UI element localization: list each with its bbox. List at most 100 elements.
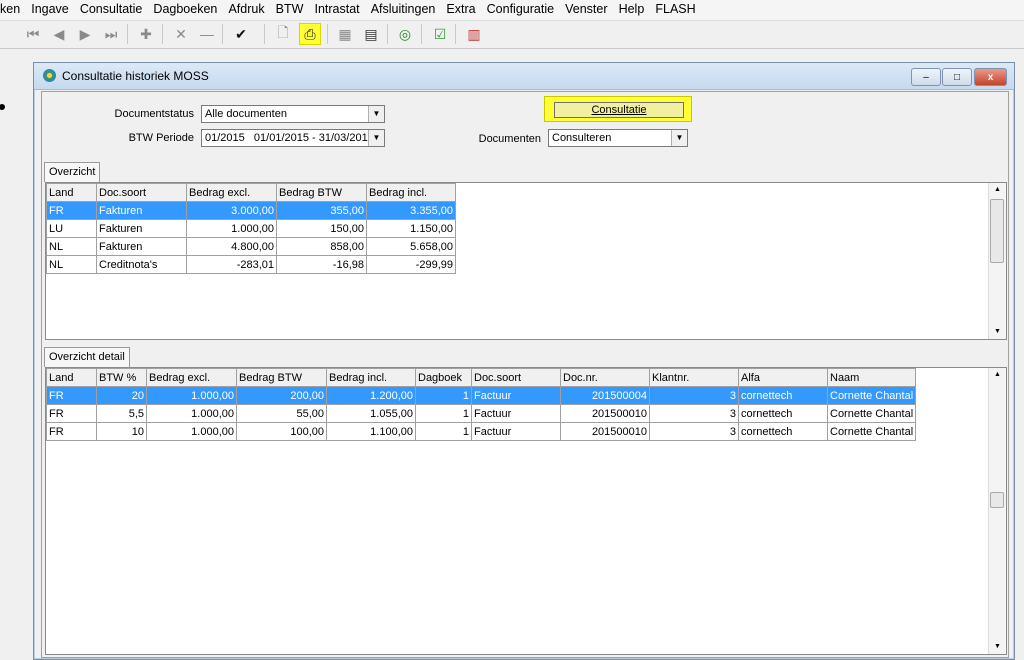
menu-item-dagboeken[interactable]: Dagboeken [149,0,221,19]
documenten-select[interactable]: Consulteren ▼ [548,129,688,147]
table-row[interactable]: NL Creditnota's -283,01 -16,98 -299,99 [46,255,456,274]
menu-item-ken[interactable]: ken [0,0,24,19]
menu-item-flash[interactable]: FLASH [651,0,699,19]
print-icon[interactable]: ⎙ [299,23,321,45]
cell: cornettech [738,404,828,423]
detail-header-row: Land BTW % Bedrag excl. Bedrag BTW Bedra… [46,368,917,387]
col-header[interactable]: Bedrag BTW [236,368,327,387]
menu-item-configuratie[interactable]: Configuratie [483,0,558,19]
col-header[interactable]: Doc.soort [96,183,187,202]
menu-item-venster[interactable]: Venster [561,0,611,19]
search-icon[interactable]: ◎ [394,23,416,45]
table-row[interactable]: FR 20 1.000,00 200,00 1.200,00 1 Factuur… [46,386,917,405]
chevron-down-icon[interactable]: ▼ [671,130,687,146]
col-header[interactable]: Alfa [738,368,828,387]
cell: FR [46,201,97,220]
preview-icon[interactable]: 🗋 [272,23,294,45]
scroll-up-icon[interactable]: ▲ [989,183,1006,197]
menu-item-help[interactable]: Help [615,0,649,19]
col-header[interactable]: Bedrag BTW [276,183,367,202]
cancel-icon[interactable]: ✕ [170,23,192,45]
cell: 1.000,00 [146,386,237,405]
overview-scrollbar[interactable]: ▲ ▼ [988,183,1006,339]
docstatus-label: Documentstatus [114,108,194,120]
scroll-up-icon[interactable]: ▲ [989,368,1006,382]
col-header[interactable]: Doc.nr. [560,368,650,387]
col-header[interactable]: Land [46,183,97,202]
col-header[interactable]: Land [46,368,97,387]
scroll-down-icon[interactable]: ▼ [989,325,1006,339]
delete-icon[interactable]: — [196,23,218,45]
prev-icon[interactable]: ◀ [48,23,70,45]
minimize-button[interactable]: – [911,68,941,86]
menu-item-ingave[interactable]: Ingave [27,0,73,19]
overview-header-row: Land Doc.soort Bedrag excl. Bedrag BTW B… [46,183,456,202]
close-button[interactable]: x [974,68,1007,86]
table-row[interactable]: FR 10 1.000,00 100,00 1.100,00 1 Factuur… [46,422,917,441]
col-header[interactable]: Bedrag excl. [186,183,277,202]
cell: LU [46,219,97,238]
menu-item-afsluitingen[interactable]: Afsluitingen [367,0,440,19]
period-select[interactable]: 01/2015 01/01/2015 - 31/03/2015 ▼ [201,129,385,147]
col-header[interactable]: Bedrag incl. [366,183,456,202]
menu-item-extra[interactable]: Extra [442,0,479,19]
cell: FR [46,422,97,441]
first-icon[interactable]: ⏮ [22,23,44,45]
table-row[interactable]: FR Fakturen 3.000,00 355,00 3.355,00 [46,201,456,220]
menu-item-intrastat[interactable]: Intrastat [310,0,363,19]
cell: Creditnota's [96,255,187,274]
tab-overzicht-detail[interactable]: Overzicht detail [44,347,130,367]
calculator-icon[interactable]: ▤ [360,23,382,45]
chevron-down-icon[interactable]: ▼ [368,130,384,146]
col-header[interactable]: BTW % [96,368,147,387]
table-row[interactable]: NL Fakturen 4.800,00 858,00 5.658,00 [46,237,456,256]
col-header[interactable]: Bedrag incl. [326,368,416,387]
col-header[interactable]: Klantnr. [649,368,739,387]
docstatus-select[interactable]: Alle documenten ▼ [201,105,385,123]
grid-icon[interactable]: ▦ [334,23,356,45]
table-row[interactable]: FR 5,5 1.000,00 55,00 1.055,00 1 Factuur… [46,404,917,423]
col-header[interactable]: Doc.soort [471,368,561,387]
cell: 4.800,00 [186,237,277,256]
consultatie-button-label: Consultatie [554,102,684,118]
next-icon[interactable]: ▶ [74,23,96,45]
docstatus-value: Alle documenten [205,108,287,120]
cell: Factuur [471,386,561,405]
check-icon[interactable]: ☑ [429,23,451,45]
cell: Fakturen [96,219,187,238]
cell: 5.658,00 [366,237,456,256]
col-header[interactable]: Dagboek [415,368,472,387]
consultatie-button[interactable]: Consultatie [544,96,692,122]
chevron-down-icon[interactable]: ▼ [368,106,384,122]
confirm-icon[interactable]: ✔ [230,23,252,45]
scroll-thumb[interactable] [990,492,1004,508]
last-icon[interactable]: ⏭ [100,23,122,45]
col-header[interactable]: Bedrag excl. [146,368,237,387]
add-icon[interactable]: ✚ [135,23,157,45]
tab-overzicht[interactable]: Overzicht [44,162,101,182]
cell: 201500010 [560,422,650,441]
cell: FR [46,404,97,423]
report-icon[interactable]: ▥ [463,23,485,45]
menu-item-afdruk[interactable]: Afdruk [224,0,268,19]
detail-scrollbar[interactable]: ▲ ▼ [988,368,1006,654]
cell: FR [46,386,97,405]
cell: 3 [649,404,739,423]
table-row[interactable]: LU Fakturen 1.000,00 150,00 1.150,00 [46,219,456,238]
cell: 20 [96,386,147,405]
maximize-button[interactable]: □ [942,68,972,86]
separator [127,24,128,44]
menu-item-consultatie[interactable]: Consultatie [76,0,147,19]
cell: 1.000,00 [146,404,237,423]
scroll-down-icon[interactable]: ▼ [989,640,1006,654]
col-header[interactable]: Naam [826,368,917,387]
menu-item-btw[interactable]: BTW [272,0,308,19]
detail-table: Land BTW % Bedrag excl. Bedrag BTW Bedra… [46,368,917,441]
cell: 1 [415,404,472,423]
title-bar[interactable]: Consultatie historiek MOSS – □ x [34,63,1014,90]
bullet-dot [0,104,5,110]
scroll-thumb[interactable] [990,199,1004,263]
cell: cornettech [738,386,828,405]
menu-bar: ken Ingave Consultatie Dagboeken Afdruk … [0,0,1024,21]
cell: 100,00 [236,422,327,441]
